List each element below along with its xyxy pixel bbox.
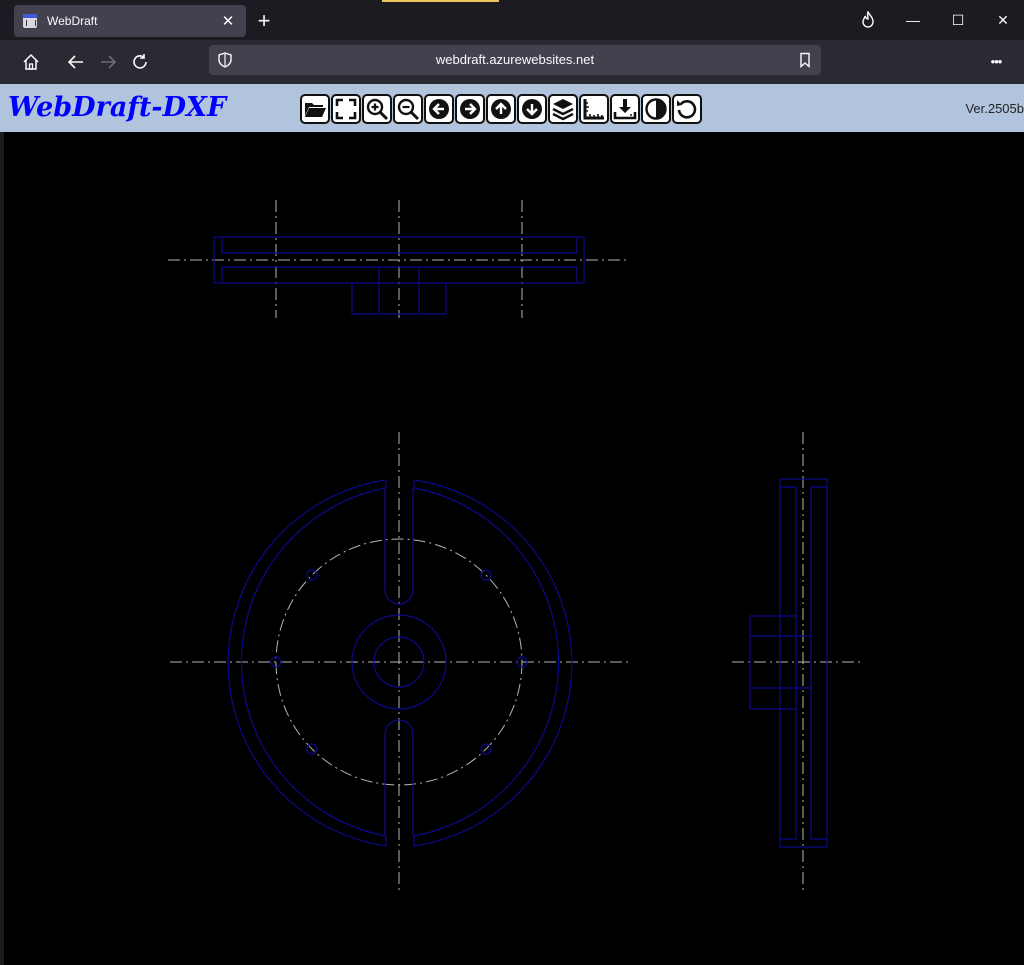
arrow-right-circle-icon	[460, 99, 480, 119]
address-bar[interactable]: webdraft.azurewebsites.net	[209, 45, 821, 75]
zoom-in-button[interactable]	[362, 94, 392, 124]
ruler-corner-icon	[583, 99, 604, 120]
pan-up-button[interactable]	[486, 94, 516, 124]
measure-button[interactable]	[579, 94, 609, 124]
fit-screen-icon	[335, 98, 357, 120]
app-menu-button[interactable]: •••	[982, 48, 1010, 76]
flame-icon[interactable]	[848, 6, 888, 34]
maximize-icon[interactable]: ☐	[938, 6, 978, 34]
browser-tab[interactable]: WebDraft ✕	[14, 5, 246, 37]
webdraft-app: WebDraft-DXF Ver.2505b	[0, 84, 1024, 965]
reload-icon[interactable]	[126, 48, 154, 76]
version-label: Ver.2505b	[965, 101, 1024, 116]
toolbar	[300, 94, 702, 126]
dxf-drawing	[168, 200, 862, 894]
pan-down-button[interactable]	[517, 94, 547, 124]
arrow-up-circle-icon	[491, 99, 511, 119]
center-lines	[168, 200, 862, 894]
layers-icon	[552, 99, 574, 121]
window-border	[0, 132, 4, 965]
site-favicon-icon	[23, 14, 37, 28]
new-tab-button[interactable]: +	[252, 7, 276, 35]
zoom-fit-button[interactable]	[331, 94, 361, 124]
tab-title: WebDraft	[47, 14, 98, 28]
undo-icon	[677, 100, 697, 119]
browser-tab-strip: WebDraft ✕ + — ☐ ✕	[0, 0, 1024, 40]
layers-button[interactable]	[548, 94, 578, 124]
contrast-button[interactable]	[641, 94, 671, 124]
app-header: WebDraft-DXF Ver.2505b	[0, 84, 1024, 132]
zoom-out-icon	[397, 98, 420, 121]
arrow-left-circle-icon	[429, 99, 449, 119]
minimize-icon[interactable]: —	[893, 6, 933, 34]
close-tab-icon[interactable]: ✕	[216, 12, 240, 30]
zoom-in-icon	[366, 98, 389, 121]
zoom-out-button[interactable]	[393, 94, 423, 124]
contrast-icon	[645, 98, 667, 120]
browser-navbar: webdraft.azurewebsites.net •••	[0, 40, 1024, 84]
pan-right-button[interactable]	[455, 94, 485, 124]
drawing-canvas[interactable]	[4, 132, 1020, 964]
bookmark-icon[interactable]	[797, 52, 813, 68]
arrow-down-circle-icon	[522, 99, 542, 119]
front-view	[227, 479, 573, 847]
app-title: WebDraft-DXF	[8, 92, 227, 123]
home-icon[interactable]	[17, 48, 45, 76]
url-text: webdraft.azurewebsites.net	[435, 52, 595, 67]
forward-arrow-icon[interactable]	[94, 48, 122, 76]
download-icon	[613, 99, 637, 120]
close-window-icon[interactable]: ✕	[983, 6, 1023, 34]
side-view	[749, 478, 828, 848]
reset-button[interactable]	[672, 94, 702, 124]
folder-open-icon	[305, 103, 326, 117]
back-arrow-icon[interactable]	[62, 48, 90, 76]
download-button[interactable]	[610, 94, 640, 124]
window-accent	[382, 0, 499, 2]
pan-left-button[interactable]	[424, 94, 454, 124]
open-file-button[interactable]	[300, 94, 330, 124]
